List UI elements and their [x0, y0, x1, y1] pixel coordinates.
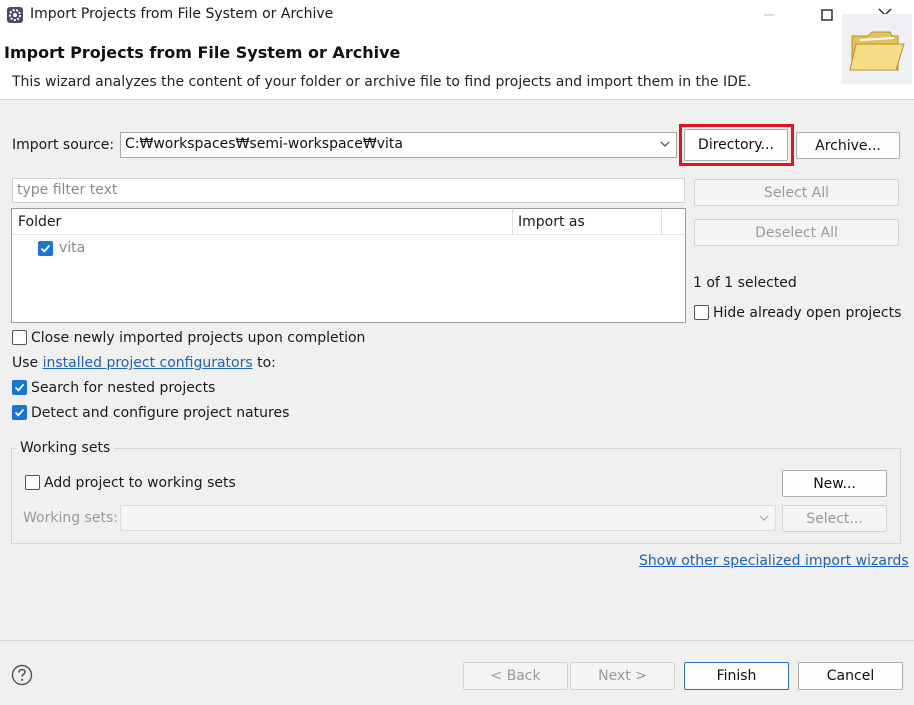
- checkmark-icon: [40, 244, 51, 253]
- hide-open-projects-checkbox[interactable]: [694, 305, 709, 320]
- selected-count: 1 of 1 selected: [693, 275, 797, 291]
- column-import-as[interactable]: Import as: [518, 214, 585, 230]
- search-nested-label[interactable]: Search for nested projects: [31, 380, 215, 396]
- chevron-down-icon[interactable]: [759, 513, 769, 523]
- help-icon[interactable]: [11, 664, 33, 686]
- filter-placeholder: type filter text: [17, 182, 118, 198]
- wizard-description: This wizard analyzes the content of your…: [12, 74, 752, 90]
- show-other-wizards-link[interactable]: Show other specialized import wizards: [639, 553, 909, 569]
- eclipse-app-icon: [7, 7, 23, 23]
- projects-tree[interactable]: Folder Import as vita: [11, 208, 686, 323]
- row-checkbox[interactable]: [38, 241, 53, 256]
- close-imported-checkbox[interactable]: [12, 330, 27, 345]
- cancel-button[interactable]: Cancel: [798, 662, 903, 690]
- deselect-all-button[interactable]: Deselect All: [694, 219, 899, 246]
- finish-button[interactable]: Finish: [684, 662, 789, 690]
- chevron-down-icon[interactable]: [660, 139, 670, 149]
- search-nested-checkbox[interactable]: [12, 380, 27, 395]
- tree-row[interactable]: vita: [38, 239, 238, 259]
- use-configurators-text: Use installed project configurators to:: [12, 355, 276, 371]
- wizard-title: Import Projects from File System or Arch…: [4, 43, 401, 62]
- add-to-working-sets-label[interactable]: Add project to working sets: [44, 475, 236, 491]
- import-source-label: Import source:: [12, 137, 115, 153]
- window-title: Import Projects from File System or Arch…: [30, 6, 334, 22]
- tree-header: Folder Import as: [12, 209, 685, 235]
- hide-open-projects-label[interactable]: Hide already open projects: [713, 305, 901, 321]
- installed-configurators-link[interactable]: installed project configurators: [43, 355, 253, 371]
- wizard-header: Import Projects from File System or Arch…: [0, 30, 914, 100]
- column-folder[interactable]: Folder: [18, 214, 61, 230]
- select-all-button[interactable]: Select All: [694, 179, 899, 206]
- minimize-button[interactable]: [746, 0, 792, 30]
- add-to-working-sets-checkbox[interactable]: [25, 475, 40, 490]
- working-sets-group-title: Working sets: [16, 440, 115, 456]
- column-separator: [661, 209, 662, 235]
- checkmark-icon: [14, 408, 25, 417]
- next-button[interactable]: Next >: [570, 662, 675, 690]
- working-sets-combo[interactable]: [120, 505, 776, 531]
- select-working-sets-button[interactable]: Select...: [782, 505, 887, 532]
- archive-button[interactable]: Archive...: [796, 132, 900, 159]
- column-separator: [512, 209, 513, 235]
- footer-separator: [0, 640, 914, 641]
- title-bar: Import Projects from File System or Arch…: [0, 0, 914, 30]
- row-folder-name: vita: [59, 240, 86, 256]
- use-suffix: to:: [252, 355, 276, 371]
- import-source-combo[interactable]: C:₩workspaces₩semi-workspace₩vita: [120, 132, 677, 158]
- detect-natures-label[interactable]: Detect and configure project natures: [31, 405, 289, 421]
- import-source-value: C:₩workspaces₩semi-workspace₩vita: [125, 136, 403, 152]
- filter-input[interactable]: type filter text: [12, 178, 685, 203]
- back-button[interactable]: < Back: [463, 662, 568, 690]
- close-imported-label[interactable]: Close newly imported projects upon compl…: [31, 330, 365, 346]
- folder-icon: [842, 14, 912, 84]
- working-sets-label: Working sets:: [23, 510, 118, 526]
- checkmark-icon: [14, 383, 25, 392]
- detect-natures-checkbox[interactable]: [12, 405, 27, 420]
- use-prefix: Use: [12, 355, 43, 371]
- minimize-icon: [764, 14, 774, 16]
- directory-button[interactable]: Directory...: [684, 129, 788, 161]
- new-working-set-button[interactable]: New...: [782, 470, 887, 497]
- maximize-icon: [821, 9, 833, 21]
